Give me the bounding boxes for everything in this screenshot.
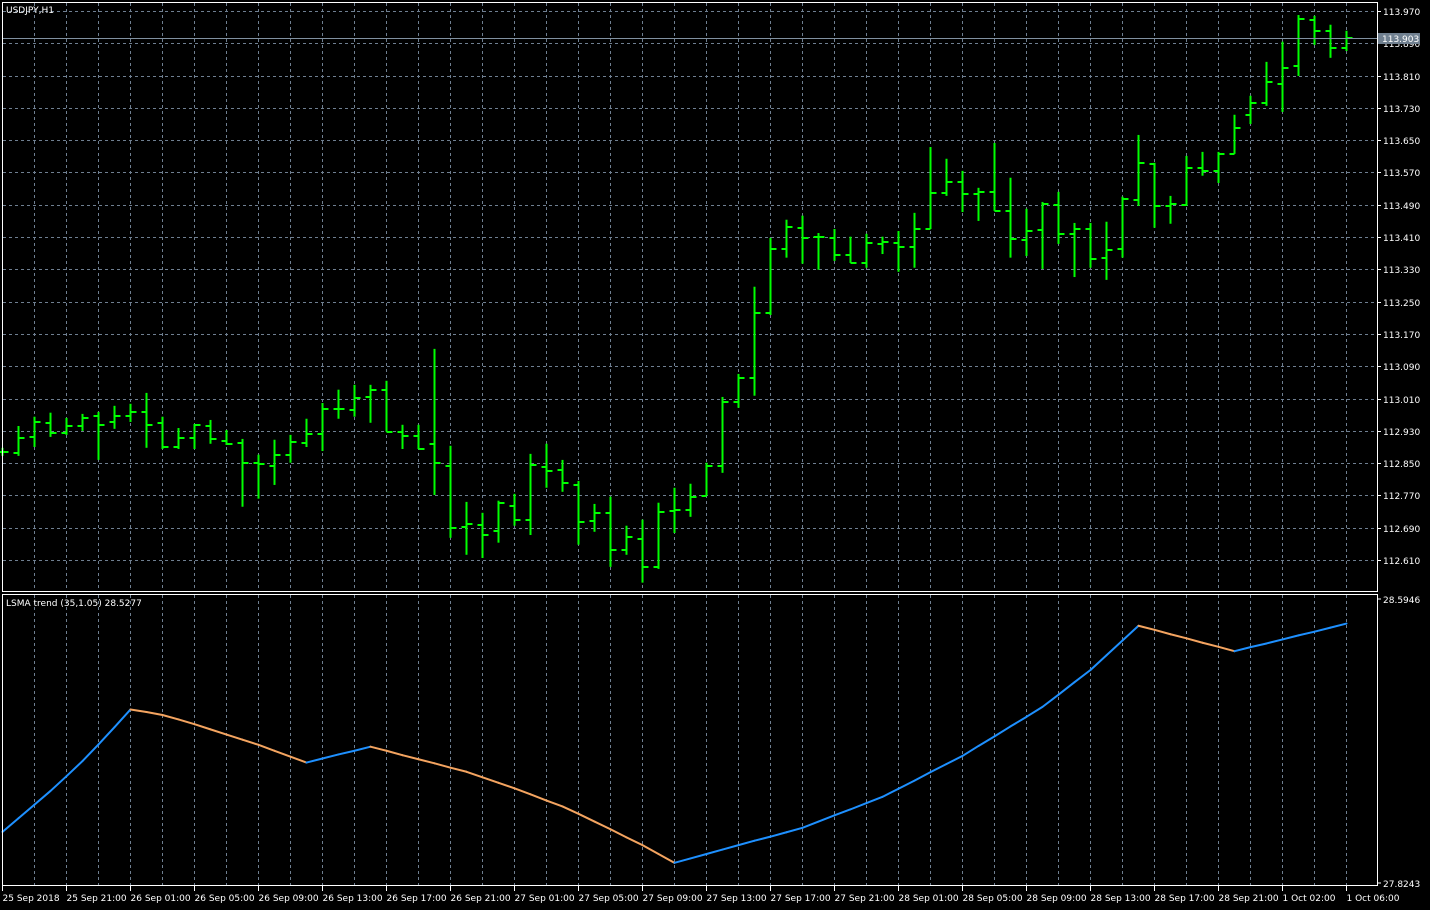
time-axis-label: 26 Sep 05:00: [195, 894, 255, 904]
time-axis-label: 1 Oct 02:00: [1283, 894, 1336, 904]
time-axis-label: 28 Sep 09:00: [1027, 894, 1087, 904]
price-axis-label: 112.850: [1383, 460, 1420, 470]
price-axis-label: 112.690: [1383, 525, 1420, 535]
time-axis-label: 28 Sep 21:00: [1219, 894, 1279, 904]
price-axis-label: 113.730: [1383, 105, 1420, 115]
time-axis-label: 1 Oct 06:00: [1347, 894, 1400, 904]
price-axis-label: 113.090: [1383, 363, 1420, 373]
price-axis-label: 112.770: [1383, 492, 1420, 502]
time-axis-label: 26 Sep 21:00: [451, 894, 511, 904]
time-axis-label: 27 Sep 17:00: [771, 894, 831, 904]
time-axis-label: 27 Sep 09:00: [643, 894, 703, 904]
price-axis-label: 113.170: [1383, 331, 1420, 341]
price-axis-label: 113.490: [1383, 202, 1420, 212]
price-axis-label: 112.610: [1383, 557, 1420, 567]
indicator-axis-min: 27.8243: [1383, 880, 1420, 890]
time-axis-label: 27 Sep 21:00: [835, 894, 895, 904]
indicator-axis-max: 28.5946: [1383, 596, 1420, 606]
mt4-chart-window[interactable]: 113.970113.890113.810113.730113.650113.5…: [0, 0, 1430, 910]
time-axis-label: 26 Sep 01:00: [131, 894, 191, 904]
time-axis-label: 28 Sep 01:00: [899, 894, 959, 904]
price-axis-label: 113.570: [1383, 169, 1420, 179]
time-axis-label: 25 Sep 2018: [3, 894, 60, 904]
time-axis-label: 28 Sep 13:00: [1091, 894, 1151, 904]
price-axis-label: 113.330: [1383, 266, 1420, 276]
time-axis-label: 27 Sep 01:00: [515, 894, 575, 904]
price-axis-label: 113.810: [1383, 73, 1420, 83]
price-axis-label: 113.010: [1383, 396, 1420, 406]
time-axis-label: 28 Sep 05:00: [963, 894, 1023, 904]
time-axis-label: 26 Sep 09:00: [259, 894, 319, 904]
price-axis-label: 113.970: [1383, 8, 1420, 18]
price-axis-label: 112.930: [1383, 428, 1420, 438]
time-axis-label: 28 Sep 17:00: [1155, 894, 1215, 904]
time-axis-label: 27 Sep 13:00: [707, 894, 767, 904]
current-price-label: 113.903: [1382, 35, 1419, 45]
time-axis-label: 27 Sep 05:00: [579, 894, 639, 904]
time-axis-label: 26 Sep 13:00: [323, 894, 383, 904]
chart-background: [0, 0, 1430, 910]
price-axis-label: 113.650: [1383, 137, 1420, 147]
price-axis-label: 113.410: [1383, 234, 1420, 244]
indicator-title: LSMA trend (35,1.05) 28.5277: [6, 599, 142, 609]
chart-title: USDJPY,H1: [6, 6, 54, 16]
time-axis-label: 25 Sep 21:00: [67, 894, 127, 904]
time-axis-label: 26 Sep 17:00: [387, 894, 447, 904]
price-axis-label: 113.250: [1383, 299, 1420, 309]
